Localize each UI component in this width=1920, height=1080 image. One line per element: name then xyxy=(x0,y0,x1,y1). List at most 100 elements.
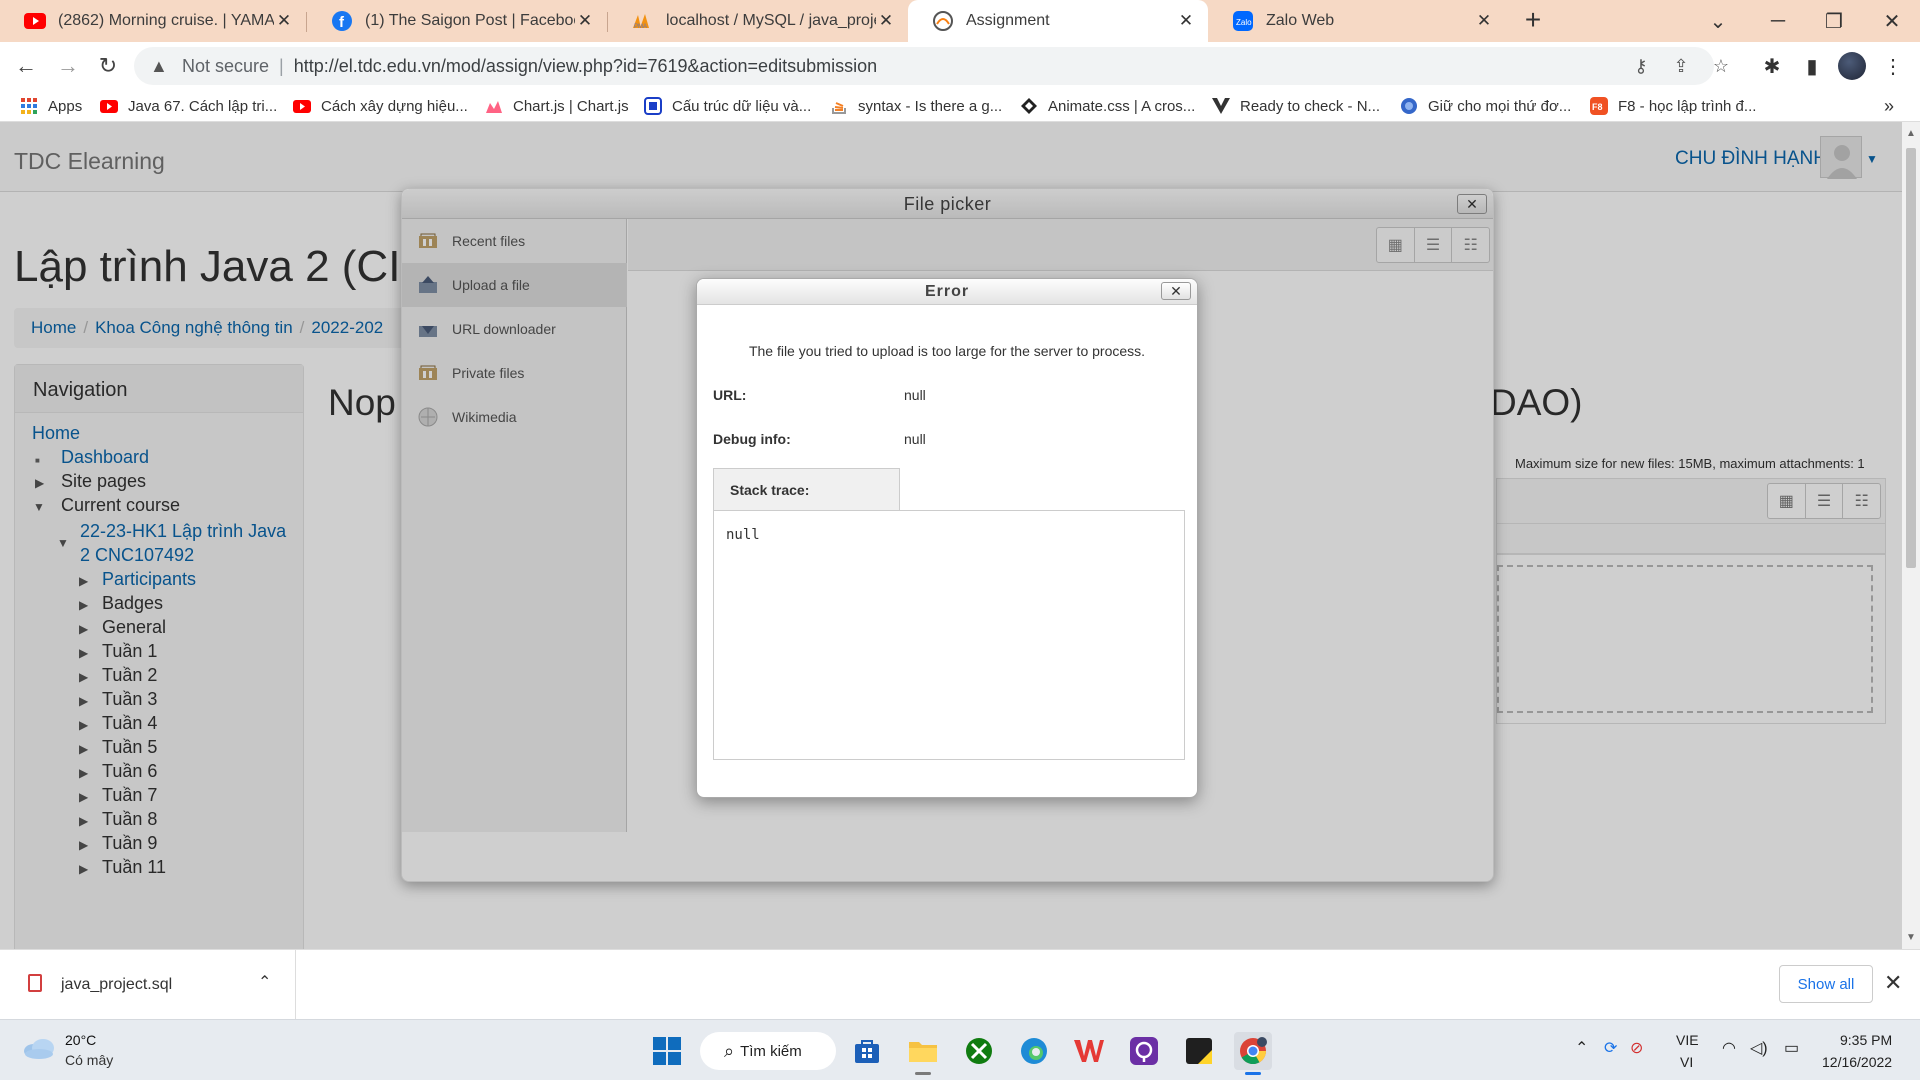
scroll-up-icon[interactable]: ▲ xyxy=(1906,128,1916,139)
bookmark-label: Giữ cho mọi thứ đơ... xyxy=(1428,97,1572,115)
facebook-icon: f xyxy=(331,10,353,32)
bookmark-label: syntax - Is there a g... xyxy=(858,97,1003,115)
bookmark-animate[interactable]: Animate.css | A cros... xyxy=(1020,94,1195,118)
download-item[interactable]: java_project.sql ⌃ xyxy=(0,950,296,1020)
windows-start-icon[interactable] xyxy=(648,1032,686,1070)
edge-icon[interactable] xyxy=(1015,1032,1053,1070)
show-hidden-icons-icon[interactable]: ⌃ xyxy=(1575,1038,1588,1058)
site-icon xyxy=(644,97,662,115)
clock-time[interactable]: 9:35 PM xyxy=(1840,1032,1892,1048)
close-icon[interactable]: ✕ xyxy=(1884,970,1902,996)
svg-text:Zalo: Zalo xyxy=(1236,18,1252,27)
tab-close-icon[interactable]: ✕ xyxy=(876,11,896,31)
wifi-icon[interactable]: ◠ xyxy=(1722,1038,1736,1058)
tab-close-icon[interactable]: ✕ xyxy=(575,11,595,31)
forward-icon[interactable]: → xyxy=(52,50,84,82)
error-close-button[interactable]: ✕ xyxy=(1161,282,1191,300)
tab-strip: (2862) Morning cruise. | YAMAHA ✕ f (1) … xyxy=(0,0,1920,42)
animate-icon xyxy=(1020,97,1038,115)
cloud-icon[interactable] xyxy=(22,1036,56,1060)
network-blocked-icon[interactable]: ⊘ xyxy=(1630,1038,1643,1058)
bookmark-ready-to-check[interactable]: Ready to check - N... xyxy=(1212,94,1380,118)
divider: | xyxy=(279,55,284,76)
download-shelf: java_project.sql ⌃ Show all ✕ xyxy=(0,949,1920,1020)
warning-icon: ▲ xyxy=(150,55,168,76)
bookmark-java67[interactable]: Java 67. Cách lập tri... xyxy=(100,94,277,118)
tab-close-icon[interactable]: ✕ xyxy=(1176,11,1196,31)
weather-temperature[interactable]: 20°C xyxy=(65,1032,96,1048)
battery-icon[interactable]: ▭ xyxy=(1784,1038,1799,1058)
error-dialog: Error ✕ The file you tried to upload is … xyxy=(696,278,1198,798)
youtube-icon xyxy=(100,97,118,115)
share-icon[interactable]: ⇪ xyxy=(1668,53,1694,79)
bookmark-giu-cho[interactable]: Giữ cho mọi thứ đơ... xyxy=(1400,94,1571,118)
bookmark-label: Ready to check - N... xyxy=(1240,97,1381,115)
site-icon xyxy=(1212,97,1230,115)
url-text[interactable]: http://el.tdc.edu.vn/mod/assign/view.php… xyxy=(294,56,877,77)
tab-youtube[interactable]: (2862) Morning cruise. | YAMAHA ✕ xyxy=(0,0,306,42)
volume-icon[interactable]: ◁) xyxy=(1750,1038,1768,1058)
address-bar[interactable]: ▲ Not secure | http://el.tdc.edu.vn/mod/… xyxy=(134,47,1729,85)
reload-icon[interactable]: ↻ xyxy=(92,50,124,82)
scroll-down-icon[interactable]: ▼ xyxy=(1906,932,1916,943)
download-file-name[interactable]: java_project.sql xyxy=(61,976,172,994)
sync-icon[interactable]: ⟳ xyxy=(1604,1038,1617,1058)
weather-description[interactable]: Có mây xyxy=(65,1052,113,1068)
not-secure-label: Not secure xyxy=(182,55,270,76)
page-scrollbar[interactable]: ▲ ▼ xyxy=(1902,122,1920,949)
chartjs-icon xyxy=(485,97,503,115)
tab-facebook[interactable]: f (1) The Saigon Post | Facebook ✕ xyxy=(307,0,607,42)
wps-office-icon[interactable] xyxy=(1070,1032,1108,1070)
bookmark-cau-truc[interactable]: Cấu trúc dữ liệu và... xyxy=(644,94,811,118)
minimize-icon[interactable]: ─ xyxy=(1758,4,1798,38)
bookmark-f8[interactable]: F8 F8 - học lập trình đ... xyxy=(1590,94,1756,118)
tab-close-icon[interactable]: ✕ xyxy=(1474,11,1494,31)
password-key-icon[interactable]: ⚷ xyxy=(1628,53,1654,79)
tab-phpmyadmin[interactable]: PMA localhost / MySQL / java_project ✕ xyxy=(608,0,908,42)
app-icon-purple[interactable] xyxy=(1125,1032,1163,1070)
xbox-icon[interactable] xyxy=(960,1032,998,1070)
tab-title: Assignment xyxy=(966,12,1050,29)
bookmark-label: Chart.js | Chart.js xyxy=(513,97,629,115)
sticky-notes-icon[interactable] xyxy=(1180,1032,1218,1070)
svg-text:PMA: PMA xyxy=(634,24,647,29)
restore-icon[interactable]: ❐ xyxy=(1814,4,1854,38)
show-all-button[interactable]: Show all xyxy=(1779,965,1873,1003)
window-close-icon[interactable]: ✕ xyxy=(1872,4,1912,38)
url-value: null xyxy=(904,387,926,403)
tab-assignment[interactable]: Assignment ✕ xyxy=(908,0,1208,42)
more-bookmarks-button[interactable]: » xyxy=(1884,94,1894,118)
back-icon[interactable]: ← xyxy=(10,50,42,82)
globe-icon xyxy=(1400,97,1418,115)
youtube-icon xyxy=(24,10,46,32)
input-language-sub[interactable]: VI xyxy=(1680,1054,1693,1070)
bookmark-label: Cấu trúc dữ liệu và... xyxy=(672,97,812,115)
extensions-icon[interactable]: ✱ xyxy=(1757,51,1787,81)
bookmark-star-icon[interactable]: ☆ xyxy=(1708,53,1734,79)
input-language[interactable]: VIE xyxy=(1676,1032,1699,1048)
tab-close-icon[interactable]: ✕ xyxy=(274,11,294,31)
phpmyadmin-icon: PMA xyxy=(632,10,654,32)
chrome-icon[interactable] xyxy=(1234,1032,1272,1070)
microsoft-store-icon[interactable] xyxy=(848,1032,886,1070)
chevron-up-icon[interactable]: ⌃ xyxy=(258,972,271,992)
file-explorer-icon[interactable] xyxy=(904,1032,942,1070)
file-icon xyxy=(28,974,42,992)
bookmark-cach-xay-dung[interactable]: Cách xây dựng hiệu... xyxy=(293,94,468,118)
profile-avatar[interactable] xyxy=(1838,52,1866,80)
stackoverflow-icon xyxy=(830,97,848,115)
new-tab-button[interactable]: + xyxy=(1518,6,1548,36)
stack-trace-textarea[interactable]: null xyxy=(713,510,1185,760)
menu-icon[interactable]: ⋮ xyxy=(1878,51,1908,81)
bookmark-syntax[interactable]: syntax - Is there a g... xyxy=(830,94,1002,118)
clock-date[interactable]: 12/16/2022 xyxy=(1822,1054,1892,1070)
bookmark-apps[interactable]: Apps xyxy=(20,94,82,118)
scroll-thumb[interactable] xyxy=(1906,148,1916,568)
side-panel-icon[interactable]: ▮ xyxy=(1797,51,1827,81)
bookmark-chartjs[interactable]: Chart.js | Chart.js xyxy=(485,94,629,118)
bookmark-label: Apps xyxy=(48,97,83,115)
tab-zalo[interactable]: Zalo Zalo Web ✕ xyxy=(1208,0,1506,42)
bookmark-label: Java 67. Cách lập tri... xyxy=(128,97,278,115)
taskbar-search[interactable]: ⌕ Tìm kiếm xyxy=(700,1032,836,1070)
tab-search-icon[interactable]: ⌄ xyxy=(1698,4,1738,38)
